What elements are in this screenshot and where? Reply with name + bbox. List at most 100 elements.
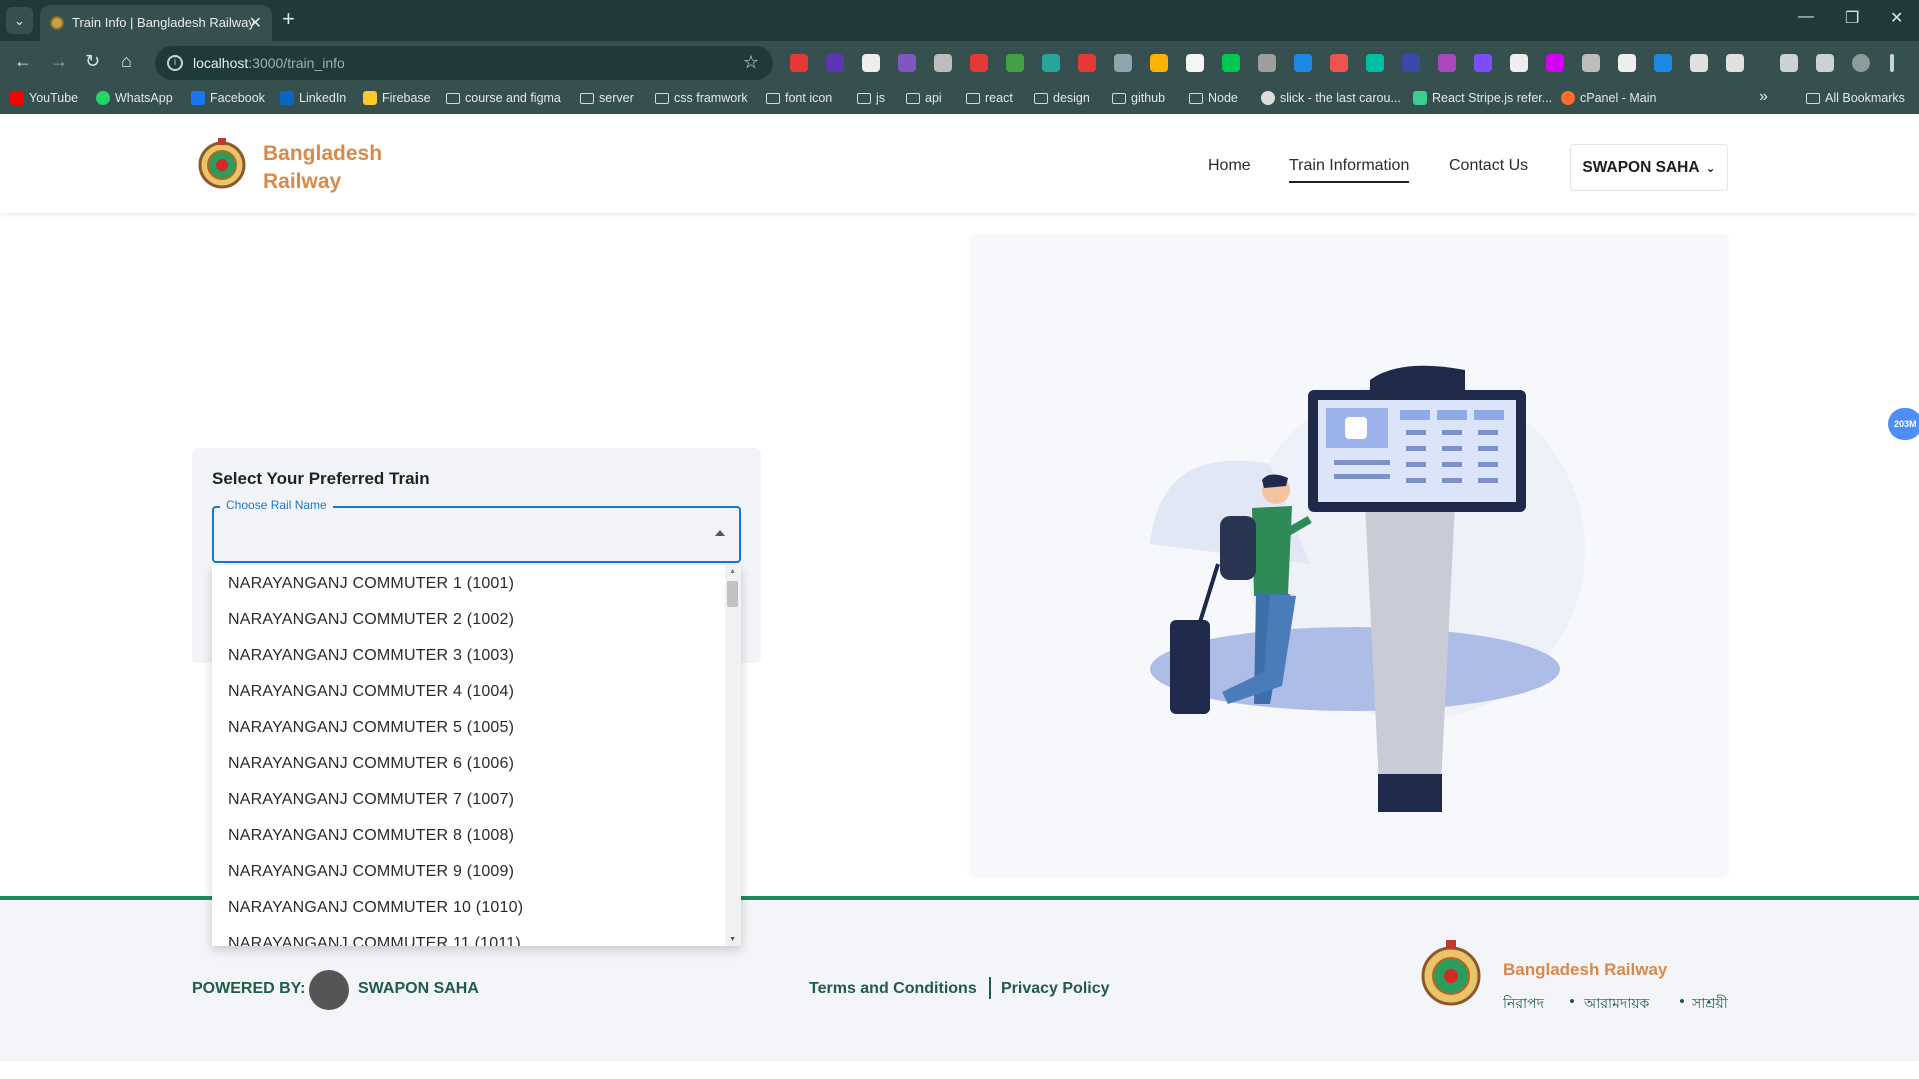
extension-icon[interactable] <box>1582 54 1600 72</box>
extension-icon[interactable] <box>790 54 808 72</box>
tagline-comfortable: আরামদায়ক <box>1584 995 1650 1011</box>
restore-icon[interactable]: ❐ <box>1845 8 1859 28</box>
bookmark-slick[interactable]: slick - the last carou... <box>1261 91 1401 105</box>
extension-icon[interactable] <box>1078 54 1096 72</box>
scroll-down-icon[interactable]: ▼ <box>729 936 736 943</box>
nav-home[interactable]: Home <box>1208 157 1251 175</box>
list-item[interactable]: NARAYANGANJ COMMUTER 4 (1004) <box>228 683 514 701</box>
developer-name[interactable]: SWAPON SAHA <box>358 980 479 998</box>
list-item[interactable]: NARAYANGANJ COMMUTER 2 (1002) <box>228 611 514 629</box>
browser-menu-icon[interactable] <box>1890 54 1894 72</box>
extension-icon[interactable] <box>1474 54 1492 72</box>
bookmark-folder-design[interactable]: design <box>1034 91 1090 105</box>
site-info-icon[interactable]: i <box>167 55 183 71</box>
list-item[interactable]: NARAYANGANJ COMMUTER 10 (1010) <box>228 899 523 917</box>
download-icon[interactable] <box>1780 54 1798 72</box>
side-panel-icon[interactable] <box>1816 54 1834 72</box>
extension-icon[interactable] <box>1186 54 1204 72</box>
bookmark-folder-api[interactable]: api <box>906 91 942 105</box>
extension-icon[interactable] <box>1258 54 1276 72</box>
bookmark-folder-github[interactable]: github <box>1112 91 1165 105</box>
extension-icon[interactable] <box>862 54 880 72</box>
extension-icon[interactable] <box>1690 54 1708 72</box>
bookmark-stripe[interactable]: React Stripe.js refer... <box>1413 91 1552 105</box>
close-window-icon[interactable]: ✕ <box>1890 8 1903 28</box>
powered-by-label: POWERED BY: <box>192 980 306 997</box>
tab-title: Train Info | Bangladesh Railway <box>72 15 255 30</box>
bookmark-linkedin[interactable]: LinkedIn <box>280 91 346 105</box>
extension-icon[interactable] <box>1726 54 1744 72</box>
extension-icon[interactable] <box>1294 54 1312 72</box>
address-bar[interactable]: i localhost:3000/train_info ☆ <box>155 46 773 80</box>
side-badge[interactable]: 203M <box>1888 408 1919 440</box>
bookmark-folder-css[interactable]: css framwork <box>655 91 748 105</box>
browser-tab-active[interactable]: Train Info | Bangladesh Railway ✕ <box>40 5 272 41</box>
extension-icon[interactable] <box>1366 54 1384 72</box>
bookmark-whatsapp[interactable]: WhatsApp <box>96 91 173 105</box>
extension-icon[interactable] <box>1402 54 1420 72</box>
extension-icon[interactable] <box>1546 54 1564 72</box>
extension-icon[interactable] <box>1330 54 1348 72</box>
list-item[interactable]: NARAYANGANJ COMMUTER 1 (1001) <box>228 575 514 593</box>
extension-icon[interactable] <box>1114 54 1132 72</box>
extension-icon[interactable] <box>934 54 952 72</box>
folder-icon <box>1189 92 1203 104</box>
rail-name-combobox[interactable] <box>212 506 741 563</box>
terms-link[interactable]: Terms and Conditions <box>809 980 977 998</box>
list-item[interactable]: NARAYANGANJ COMMUTER 11 (1011) <box>228 935 521 946</box>
back-icon[interactable]: ← <box>14 51 32 72</box>
bangladesh-railway-logo-icon[interactable] <box>198 136 246 194</box>
home-icon[interactable]: ⌂ <box>121 51 132 72</box>
extension-icon[interactable] <box>1510 54 1528 72</box>
caret-up-icon[interactable] <box>715 530 725 536</box>
privacy-link[interactable]: Privacy Policy <box>1001 980 1110 998</box>
scrollbar-thumb[interactable] <box>727 581 738 607</box>
forward-icon[interactable]: → <box>50 51 68 72</box>
user-menu-button[interactable]: SWAPON SAHA ⌄ <box>1570 144 1728 191</box>
reload-icon[interactable]: ↻ <box>85 51 100 72</box>
rail-options-listbox[interactable]: NARAYANGANJ COMMUTER 1 (1001) NARAYANGAN… <box>212 565 741 946</box>
more-bookmarks-button[interactable]: » <box>1759 88 1768 106</box>
extension-icon[interactable] <box>970 54 988 72</box>
bookmark-star-icon[interactable]: ☆ <box>743 52 759 73</box>
bookmark-folder-server[interactable]: server <box>580 91 634 105</box>
bookmark-folder-js[interactable]: js <box>857 91 885 105</box>
extension-icon[interactable] <box>826 54 844 72</box>
minimize-icon[interactable]: — <box>1798 8 1814 26</box>
bookmark-cpanel[interactable]: cPanel - Main <box>1561 91 1656 105</box>
extension-icon[interactable] <box>1006 54 1024 72</box>
folder-icon <box>966 92 980 104</box>
list-item[interactable]: NARAYANGANJ COMMUTER 3 (1003) <box>228 647 514 665</box>
bookmark-folder-node[interactable]: Node <box>1189 91 1238 105</box>
list-item[interactable]: NARAYANGANJ COMMUTER 9 (1009) <box>228 863 514 881</box>
bookmark-folder-react[interactable]: react <box>966 91 1013 105</box>
extension-icon[interactable] <box>898 54 916 72</box>
listbox-scrollbar[interactable]: ▲ ▼ <box>725 565 741 946</box>
chevron-down-icon: ⌄ <box>1705 160 1716 175</box>
new-tab-button[interactable]: + <box>282 7 295 31</box>
bookmark-folder-fonticon[interactable]: font icon <box>766 91 832 105</box>
all-bookmarks-button[interactable]: All Bookmarks <box>1806 91 1905 105</box>
tab-search-button[interactable]: ⌄ <box>6 7 33 34</box>
bookmark-facebook[interactable]: Facebook <box>191 91 265 105</box>
list-item[interactable]: NARAYANGANJ COMMUTER 5 (1005) <box>228 719 514 737</box>
nav-contact-us[interactable]: Contact Us <box>1449 157 1528 175</box>
list-item[interactable]: NARAYANGANJ COMMUTER 6 (1006) <box>228 755 514 773</box>
bookmark-firebase[interactable]: Firebase <box>363 91 431 105</box>
extension-icon[interactable] <box>1654 54 1672 72</box>
folder-icon <box>580 92 594 104</box>
nav-train-information[interactable]: Train Information <box>1289 157 1410 183</box>
profile-avatar[interactable] <box>1852 54 1870 72</box>
extension-icon[interactable] <box>1438 54 1456 72</box>
list-item[interactable]: NARAYANGANJ COMMUTER 8 (1008) <box>228 827 514 845</box>
extension-icon[interactable] <box>1222 54 1240 72</box>
list-item[interactable]: NARAYANGANJ COMMUTER 7 (1007) <box>228 791 514 809</box>
bookmark-folder-course[interactable]: course and figma <box>446 91 561 105</box>
extension-icon[interactable] <box>1618 54 1636 72</box>
brand-name[interactable]: Bangladesh Railway <box>263 140 382 196</box>
close-tab-icon[interactable]: ✕ <box>249 13 262 33</box>
extension-icon[interactable] <box>1150 54 1168 72</box>
bookmark-youtube[interactable]: YouTube <box>10 91 78 105</box>
scroll-up-icon[interactable]: ▲ <box>729 568 736 575</box>
extension-icon[interactable] <box>1042 54 1060 72</box>
